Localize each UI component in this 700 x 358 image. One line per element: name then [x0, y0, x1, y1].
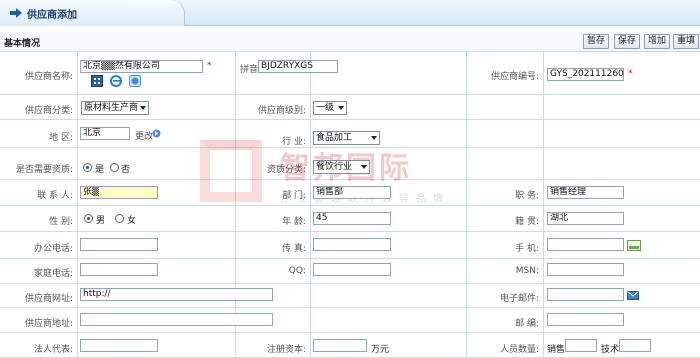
qualification-no-radio[interactable] [110, 163, 119, 172]
pinyin-input[interactable]: BJDZRYXGS [258, 60, 338, 73]
address-label: 供应商地址: [24, 319, 73, 329]
qualification-yes-radio[interactable] [83, 163, 92, 172]
column-divider [310, 52, 311, 358]
office-phone-input[interactable] [80, 238, 158, 251]
position-label: 职 务: [515, 191, 539, 201]
supplier-name-label: 供应商名称: [24, 72, 73, 82]
supplier-no-label: 供应商编号: [490, 72, 539, 82]
native-label: 籍 贯: [515, 217, 539, 227]
mobile-label: 手 机: [515, 244, 539, 254]
address-input[interactable] [80, 313, 273, 326]
level-label: 供应商级别: [257, 106, 306, 116]
column-divider [77, 52, 78, 358]
arrow-right-icon [10, 8, 22, 18]
capital-input[interactable] [313, 339, 367, 352]
website-input[interactable]: http:// [80, 288, 273, 301]
email-label: 电子邮件: [499, 294, 539, 304]
home-phone-input[interactable] [80, 263, 158, 276]
gender-male-label: 男 [96, 216, 106, 226]
staff-tech-label: 技术 [601, 345, 620, 355]
level-select[interactable]: 一级 [313, 101, 347, 115]
staff-sales-label: 销售 [547, 345, 566, 355]
fax-input[interactable] [313, 238, 391, 251]
home-phone-label: 家庭电话: [33, 269, 73, 279]
qual-category-label: 资质分类: [266, 165, 306, 175]
arrow-circle-icon[interactable] [152, 129, 161, 138]
legal-rep-input[interactable] [80, 339, 158, 352]
globe-icon[interactable] [129, 75, 141, 87]
gender-label: 性 别: [49, 217, 73, 227]
supplier-no-input[interactable]: GYS_2021112601 [547, 68, 624, 81]
age-input[interactable]: 45 [313, 212, 391, 225]
dept-input[interactable]: 销售部 [313, 186, 391, 199]
postcode-input[interactable] [547, 313, 624, 326]
section-bar: 基本情况 暂存 保存 增加 重填 [0, 32, 700, 52]
website-label: 供应商网址: [24, 294, 73, 304]
age-label: 年 龄: [282, 217, 306, 227]
region-change-link[interactable]: 更改 [135, 129, 153, 142]
contact-input[interactable]: 张▒ [80, 186, 158, 199]
gender-male-radio[interactable] [84, 214, 93, 223]
building-icon[interactable] [91, 75, 103, 87]
add-button[interactable]: 增加 [644, 34, 671, 49]
position-input[interactable]: 销售经理 [547, 186, 624, 199]
column-divider [466, 52, 467, 358]
qual-category-select[interactable]: 餐饮行业 [313, 160, 370, 174]
gender-female-label: 女 [127, 216, 137, 226]
fax-label: 传 真: [282, 244, 306, 254]
mobile-input[interactable] [547, 238, 624, 251]
category-select[interactable]: 原材料生产商 [81, 101, 149, 115]
contact-label: 联 系 人: [37, 191, 73, 201]
postcode-label: 邮 编: [515, 319, 539, 329]
sms-icon[interactable] [627, 240, 641, 251]
capital-unit: 万元 [371, 345, 390, 355]
msn-label: MSN: [515, 266, 539, 276]
capital-label: 注册资本: [266, 345, 306, 355]
mail-icon[interactable] [627, 291, 639, 300]
required-star: * [207, 61, 212, 71]
industry-select[interactable]: 食品加工 [313, 131, 380, 145]
qq-label: QQ: [288, 266, 306, 276]
page-title: 供应商添加 [27, 10, 77, 21]
section-title: 基本情况 [4, 39, 41, 49]
region-label: 地 区: [49, 133, 73, 143]
browser-e-icon[interactable] [110, 75, 122, 87]
save-button[interactable]: 保存 [614, 34, 641, 49]
staff-tech-input[interactable] [619, 339, 651, 352]
staff-sales-input[interactable] [565, 339, 597, 352]
qualification-label: 是否需要资质: [15, 165, 73, 175]
email-input[interactable] [547, 288, 624, 301]
dept-label: 部 门: [282, 191, 306, 201]
category-label: 供应商分类: [24, 106, 73, 116]
draft-button[interactable]: 暂存 [583, 34, 610, 49]
reset-button[interactable]: 重填 [673, 34, 700, 49]
gender-female-radio[interactable] [115, 214, 124, 223]
office-phone-label: 办公电话: [33, 244, 73, 254]
qualification-yes-label: 是 [95, 165, 105, 175]
column-divider [543, 52, 544, 358]
msn-input[interactable] [547, 263, 624, 276]
staff-label: 人员数量: [499, 345, 539, 355]
native-input[interactable]: 湖北 [547, 212, 624, 225]
title-tab: 供应商添加 [0, 0, 185, 26]
industry-label: 行 业: [282, 137, 306, 147]
qualification-no-label: 否 [121, 165, 131, 175]
supplier-name-input[interactable]: 北京▒▒然有限公司 [80, 60, 203, 73]
title-bar: 供应商添加 [0, 0, 700, 26]
legal-rep-label: 法人代表: [33, 345, 73, 355]
required-star: * [628, 69, 633, 79]
qq-input[interactable] [313, 263, 391, 276]
region-input[interactable]: 北京 [80, 127, 130, 140]
